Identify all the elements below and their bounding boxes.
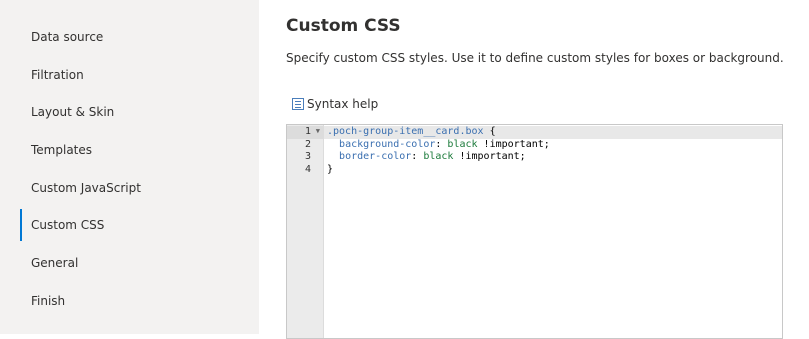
sidebar-item-layout-skin[interactable]: Layout & Skin bbox=[20, 96, 259, 128]
css-property: border-color bbox=[339, 151, 412, 162]
css-colon: : bbox=[411, 151, 424, 162]
line-number: 1 bbox=[304, 126, 311, 137]
css-brace: } bbox=[327, 163, 334, 175]
sidebar-item-general[interactable]: General bbox=[20, 247, 259, 279]
css-code-editor[interactable]: 1 ▼ 2 3 4 .poch-group-item__card.box { b… bbox=[286, 124, 783, 339]
css-property: background-color bbox=[339, 138, 436, 150]
fold-arrow-icon[interactable]: ▼ bbox=[316, 127, 320, 135]
sidebar-item-templates[interactable]: Templates bbox=[20, 134, 259, 166]
code-line[interactable]: background-color: black !important; bbox=[327, 139, 550, 152]
page-description: Specify custom CSS styles. Use it to def… bbox=[286, 51, 784, 65]
css-colon: : bbox=[435, 138, 448, 150]
css-value: black bbox=[423, 151, 454, 162]
sidebar-item-label: Finish bbox=[31, 294, 66, 308]
line-number: 3 bbox=[304, 151, 311, 162]
sidebar-item-data-source[interactable]: Data source bbox=[20, 21, 259, 53]
sidebar-item-label: General bbox=[31, 256, 79, 270]
line-number: 2 bbox=[304, 138, 311, 150]
line-number-gutter: 1 ▼ 2 3 4 bbox=[287, 125, 324, 338]
sidebar-item-filtration[interactable]: Filtration bbox=[20, 59, 259, 91]
sidebar-item-label: Custom CSS bbox=[31, 218, 105, 232]
sidebar-item-label: Custom JavaScript bbox=[31, 181, 141, 195]
sidebar-item-label: Layout & Skin bbox=[31, 105, 115, 119]
syntax-help-link[interactable]: Syntax help bbox=[292, 97, 378, 111]
css-value: black bbox=[447, 138, 478, 150]
sidebar-item-custom-css[interactable]: Custom CSS bbox=[20, 209, 259, 241]
line-number: 4 bbox=[304, 163, 311, 175]
css-brace: { bbox=[483, 126, 496, 137]
syntax-help-label: Syntax help bbox=[307, 97, 379, 111]
settings-sidebar: Data source Filtration Layout & Skin Tem… bbox=[0, 0, 259, 334]
sidebar-item-custom-javascript[interactable]: Custom JavaScript bbox=[20, 172, 259, 204]
sidebar-item-label: Filtration bbox=[31, 68, 84, 82]
code-line[interactable]: } bbox=[327, 164, 333, 177]
sidebar-item-finish[interactable]: Finish bbox=[20, 285, 259, 317]
code-line[interactable]: .poch-group-item__card.box { bbox=[327, 126, 496, 139]
css-important: !important; bbox=[477, 138, 550, 150]
css-selector: .poch-group-item__card.box bbox=[327, 126, 484, 137]
sidebar-item-label: Data source bbox=[31, 30, 104, 44]
page-title: Custom CSS bbox=[286, 16, 401, 36]
css-important: !important; bbox=[453, 151, 526, 162]
code-line[interactable]: border-color: black !important; bbox=[327, 151, 526, 164]
sidebar-item-label: Templates bbox=[31, 143, 93, 157]
syntax-help-icon bbox=[292, 98, 304, 110]
main-content: Custom CSS Specify custom CSS styles. Us… bbox=[259, 0, 809, 339]
